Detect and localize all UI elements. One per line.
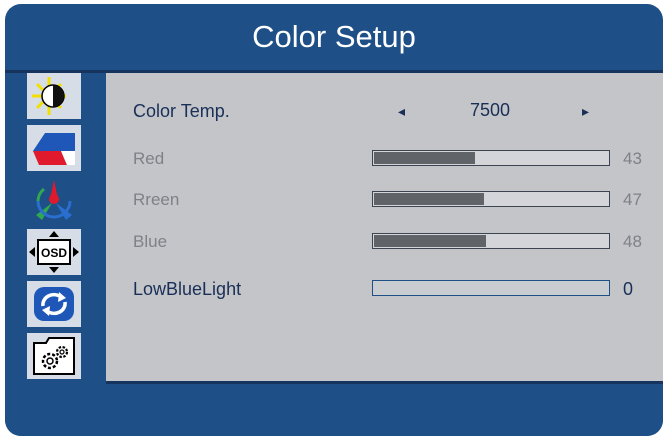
tab-reset[interactable] [27, 281, 81, 327]
tab-image[interactable] [27, 125, 81, 171]
tab-osd-setting[interactable]: OSD [27, 229, 81, 275]
red-slider-fill [374, 152, 475, 164]
color-setup-icon [36, 180, 72, 220]
blue-value: 48 [623, 232, 642, 251]
menu-title: Color Setup [252, 19, 416, 54]
tab-color-setup[interactable] [27, 177, 81, 223]
color-temp-value[interactable]: 7500 [470, 100, 510, 121]
low-blue-light-slider[interactable] [372, 280, 610, 296]
settings-gears-icon [33, 337, 75, 375]
brightness-contrast-icon [32, 77, 66, 115]
low-blue-light-label[interactable]: LowBlueLight [133, 279, 241, 300]
reset-icon [34, 287, 74, 321]
blue-label: Blue [133, 232, 168, 251]
red-label: Red [133, 149, 165, 168]
color-temp-left-arrow[interactable]: ◂ [398, 103, 405, 120]
color-setup-panel: Color Temp. ◂ 7500 ▸ Red 43 Rreen 47 Blu… [106, 73, 663, 381]
tab-luminance[interactable] [27, 73, 81, 119]
red-slider [372, 150, 610, 166]
svg-text:OSD: OSD [41, 246, 67, 260]
color-temp-label[interactable]: Color Temp. [133, 101, 230, 122]
osd-menu: Color Setup OSD Color Temp. ◂ 7500 ▸ Red… [5, 4, 663, 436]
green-value: 47 [623, 190, 642, 209]
blue-slider-fill [374, 235, 486, 247]
green-slider [372, 191, 610, 207]
color-temp-right-arrow[interactable]: ▸ [582, 103, 589, 120]
tab-other-settings[interactable] [27, 333, 81, 379]
green-label: Rreen [133, 190, 180, 209]
blue-slider [372, 233, 610, 249]
sidebar: OSD [5, 73, 106, 384]
image-mode-icon [33, 133, 75, 165]
green-slider-fill [374, 193, 484, 205]
red-value: 43 [623, 149, 642, 168]
osd-position-icon: OSD [29, 231, 79, 273]
footer-bar [5, 384, 663, 436]
low-blue-light-value[interactable]: 0 [623, 279, 633, 300]
